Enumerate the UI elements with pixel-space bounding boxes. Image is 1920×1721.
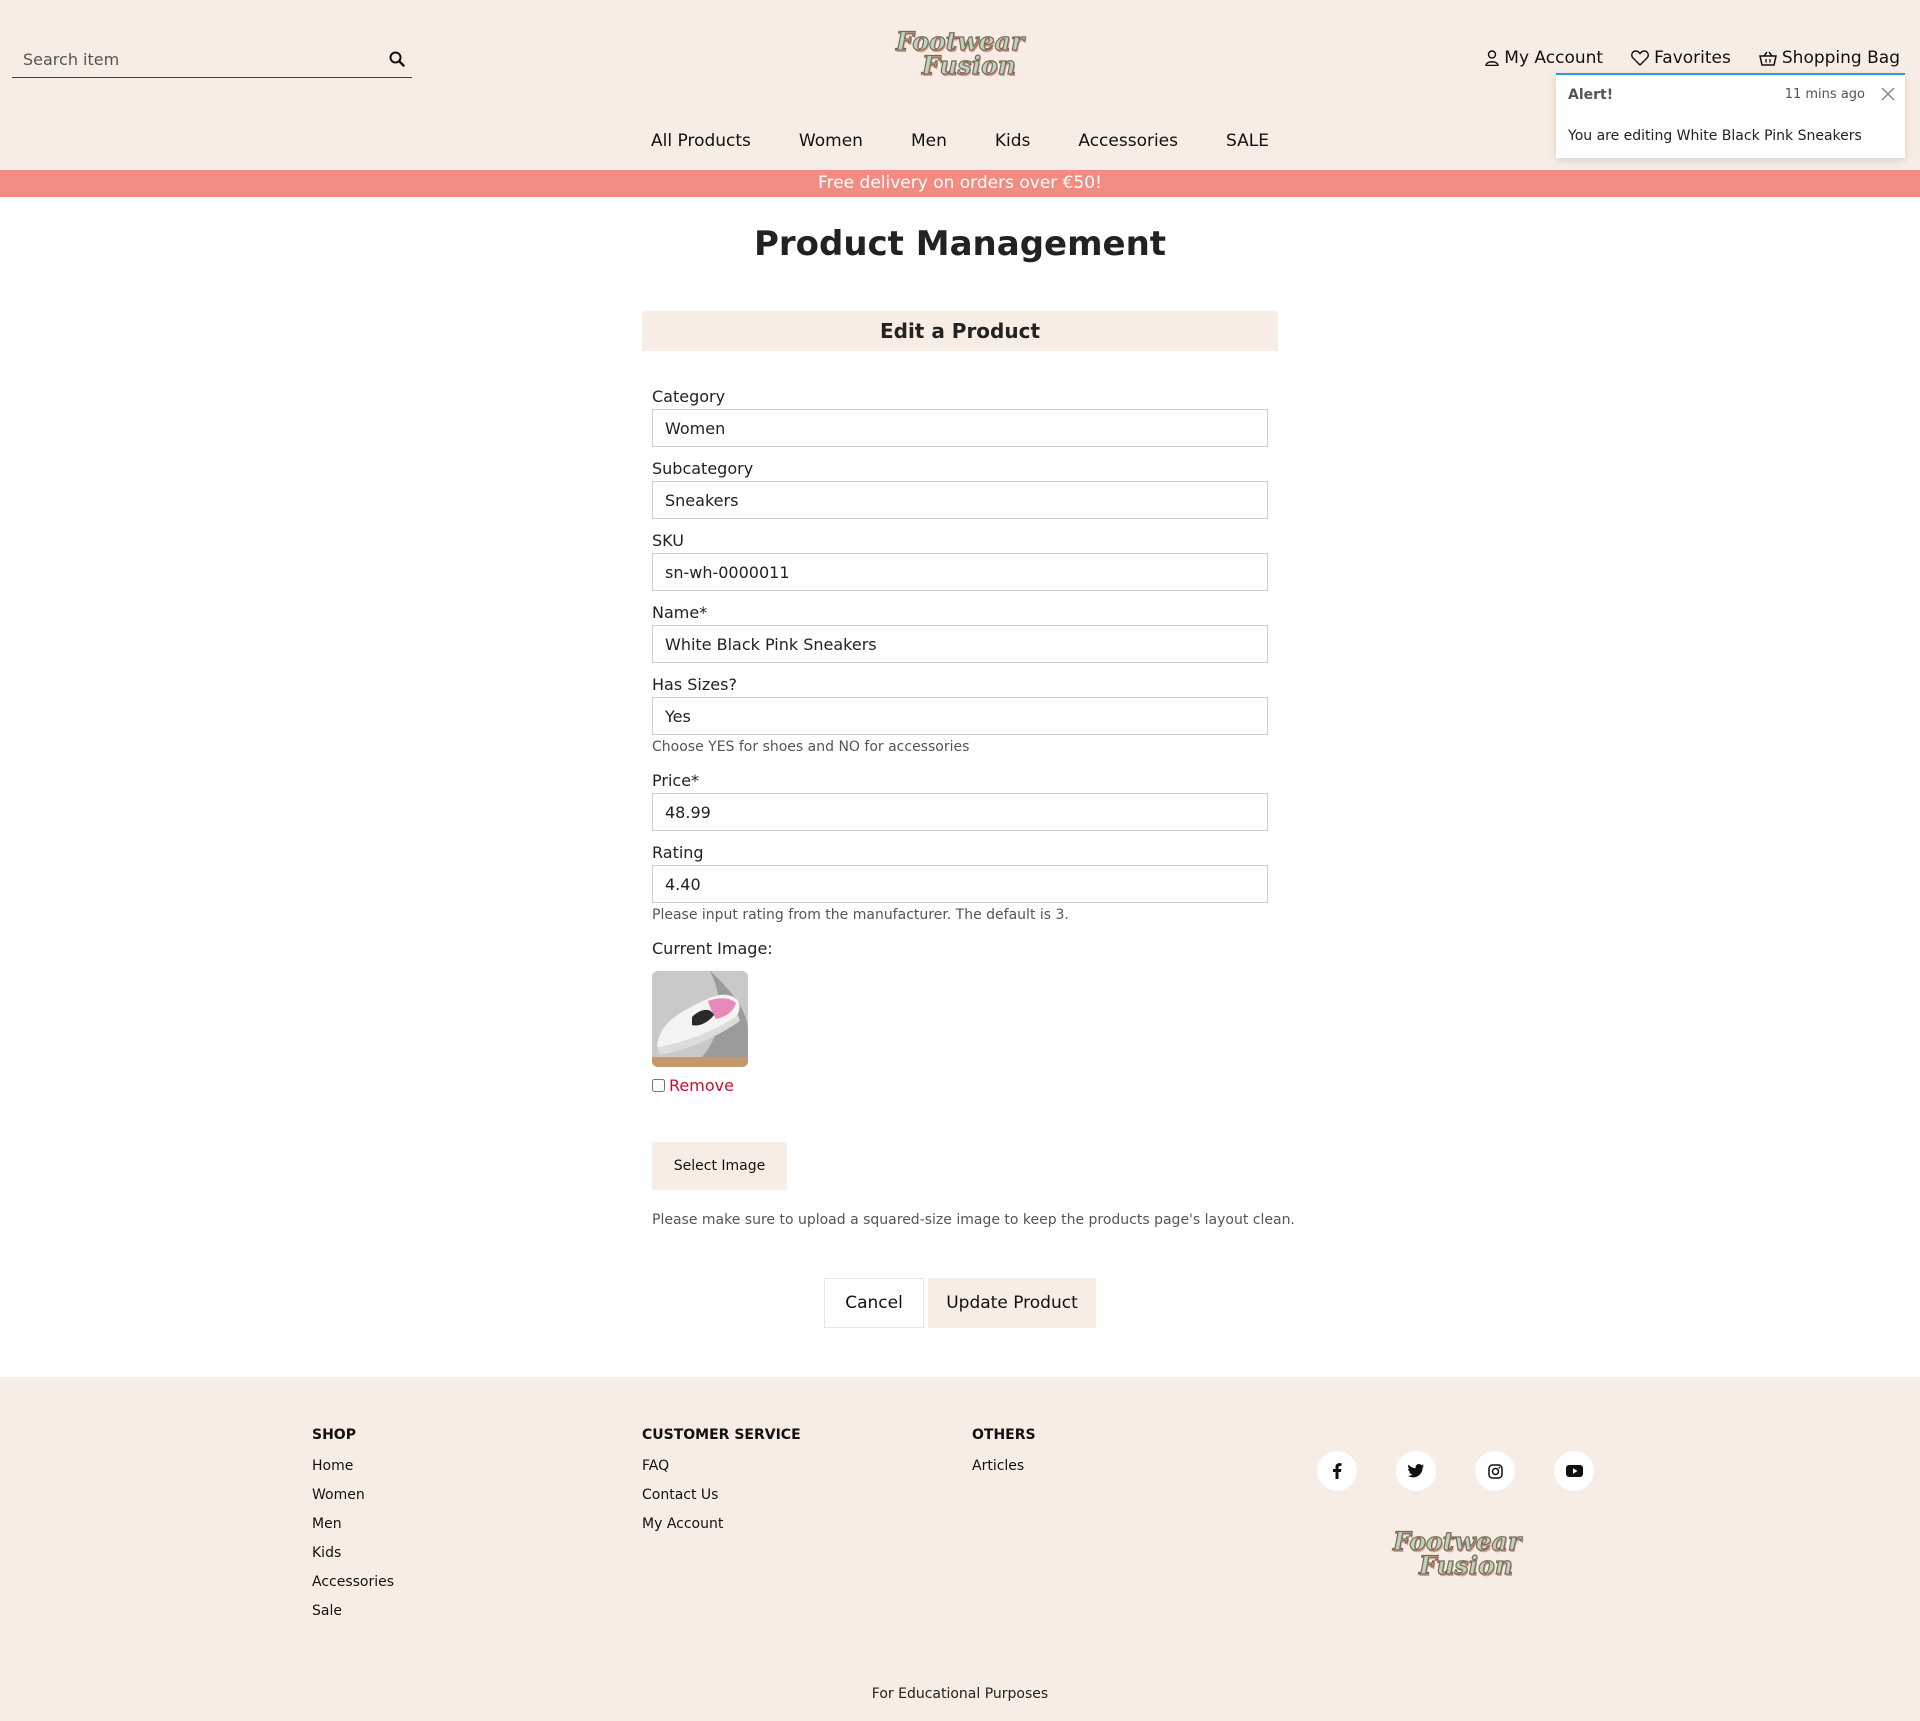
site-logo[interactable]: Footwear Fusion <box>895 28 1025 82</box>
footer-link-articles[interactable]: Articles <box>972 1452 1036 1481</box>
basket-icon <box>1758 51 1777 66</box>
product-thumbnail <box>652 971 748 1067</box>
has-sizes-label: Has Sizes? <box>652 675 737 694</box>
sku-label: SKU <box>652 531 684 550</box>
account-nav: My Account Favorites Shopping Bag <box>1485 48 1900 68</box>
favorites-link[interactable]: Favorites <box>1631 48 1731 68</box>
footer-shop-column: SHOP Home Women Men Kids Accessories Sal… <box>312 1427 394 1626</box>
nav-all-products[interactable]: All Products <box>651 131 751 151</box>
current-image-label: Current Image: <box>652 939 773 958</box>
footer-link-accessories[interactable]: Accessories <box>312 1568 394 1597</box>
name-label: Name* <box>652 603 708 622</box>
toast-title: Alert! <box>1568 87 1614 103</box>
footer-link-my-account[interactable]: My Account <box>642 1510 801 1539</box>
rating-help: Please input rating from the manufacture… <box>652 907 1069 923</box>
price-label: Price* <box>652 771 700 790</box>
category-field[interactable] <box>652 409 1268 447</box>
my-account-label: My Account <box>1504 48 1604 68</box>
promo-banner: Free delivery on orders over €50! <box>0 170 1920 197</box>
footer-customer-service-heading: CUSTOMER SERVICE <box>642 1427 801 1443</box>
footer-link-contact-us[interactable]: Contact Us <box>642 1481 801 1510</box>
cancel-button[interactable]: Cancel <box>824 1278 924 1328</box>
heart-icon <box>1631 50 1649 66</box>
my-account-link[interactable]: My Account <box>1485 48 1603 68</box>
form-heading: Edit a Product <box>642 311 1278 351</box>
alert-toast: Alert! 11 mins ago You are editing White… <box>1556 73 1905 158</box>
footer-others-column: OTHERS Articles <box>972 1427 1036 1481</box>
user-icon <box>1485 50 1499 66</box>
footer-customer-service-column: CUSTOMER SERVICE FAQ Contact Us My Accou… <box>642 1427 801 1539</box>
site-footer: SHOP Home Women Men Kids Accessories Sal… <box>0 1377 1920 1721</box>
nav-sale[interactable]: SALE <box>1226 131 1269 151</box>
subcategory-label: Subcategory <box>652 459 754 478</box>
instagram-icon[interactable] <box>1475 1451 1515 1491</box>
footer-link-women[interactable]: Women <box>312 1481 394 1510</box>
image-help: Please make sure to upload a squared-siz… <box>652 1212 1295 1228</box>
facebook-icon[interactable] <box>1317 1451 1357 1491</box>
nav-women[interactable]: Women <box>799 131 863 151</box>
remove-image-label[interactable]: Remove <box>669 1076 734 1095</box>
logo-line-2: Fusion <box>921 51 1016 80</box>
shopping-bag-label: Shopping Bag <box>1781 48 1900 68</box>
nav-kids[interactable]: Kids <box>995 131 1031 151</box>
footer-others-heading: OTHERS <box>972 1427 1036 1443</box>
footer-link-home[interactable]: Home <box>312 1452 394 1481</box>
has-sizes-help: Choose YES for shoes and NO for accessor… <box>652 739 970 755</box>
search-icon[interactable] <box>386 48 408 70</box>
footer-link-men[interactable]: Men <box>312 1510 394 1539</box>
toast-message: You are editing White Black Pink Sneaker… <box>1568 128 1862 144</box>
footer-shop-heading: SHOP <box>312 1427 356 1443</box>
search-bar <box>12 42 412 78</box>
nav-accessories[interactable]: Accessories <box>1078 131 1178 151</box>
search-input[interactable] <box>12 42 372 76</box>
footer-note: For Educational Purposes <box>871 1686 1049 1702</box>
toast-time: 11 mins ago <box>1784 87 1865 102</box>
footer-link-sale[interactable]: Sale <box>312 1597 394 1626</box>
footer-link-kids[interactable]: Kids <box>312 1539 394 1568</box>
select-image-button[interactable]: Select Image <box>652 1142 787 1190</box>
page-title: Product Management <box>753 224 1167 264</box>
sku-field[interactable] <box>652 553 1268 591</box>
update-product-button[interactable]: Update Product <box>928 1278 1096 1328</box>
footer-link-faq[interactable]: FAQ <box>642 1452 801 1481</box>
twitter-icon[interactable] <box>1396 1451 1436 1491</box>
remove-image-checkbox[interactable] <box>652 1079 665 1092</box>
favorites-label: Favorites <box>1654 48 1731 68</box>
shopping-bag-link[interactable]: Shopping Bag <box>1758 48 1900 68</box>
footer-logo[interactable]: Footwear Fusion <box>1392 1528 1522 1582</box>
price-field[interactable] <box>652 793 1268 831</box>
footer-logo-line-2: Fusion <box>1418 1551 1513 1580</box>
rating-label: Rating <box>652 843 704 862</box>
subcategory-field[interactable] <box>652 481 1268 519</box>
nav-men[interactable]: Men <box>911 131 947 151</box>
name-field[interactable] <box>652 625 1268 663</box>
remove-image-control: Remove <box>652 1076 734 1095</box>
youtube-icon[interactable] <box>1554 1451 1594 1491</box>
category-label: Category <box>652 387 726 406</box>
rating-field[interactable] <box>652 865 1268 903</box>
close-icon[interactable] <box>1879 85 1897 103</box>
has-sizes-field[interactable] <box>652 697 1268 735</box>
